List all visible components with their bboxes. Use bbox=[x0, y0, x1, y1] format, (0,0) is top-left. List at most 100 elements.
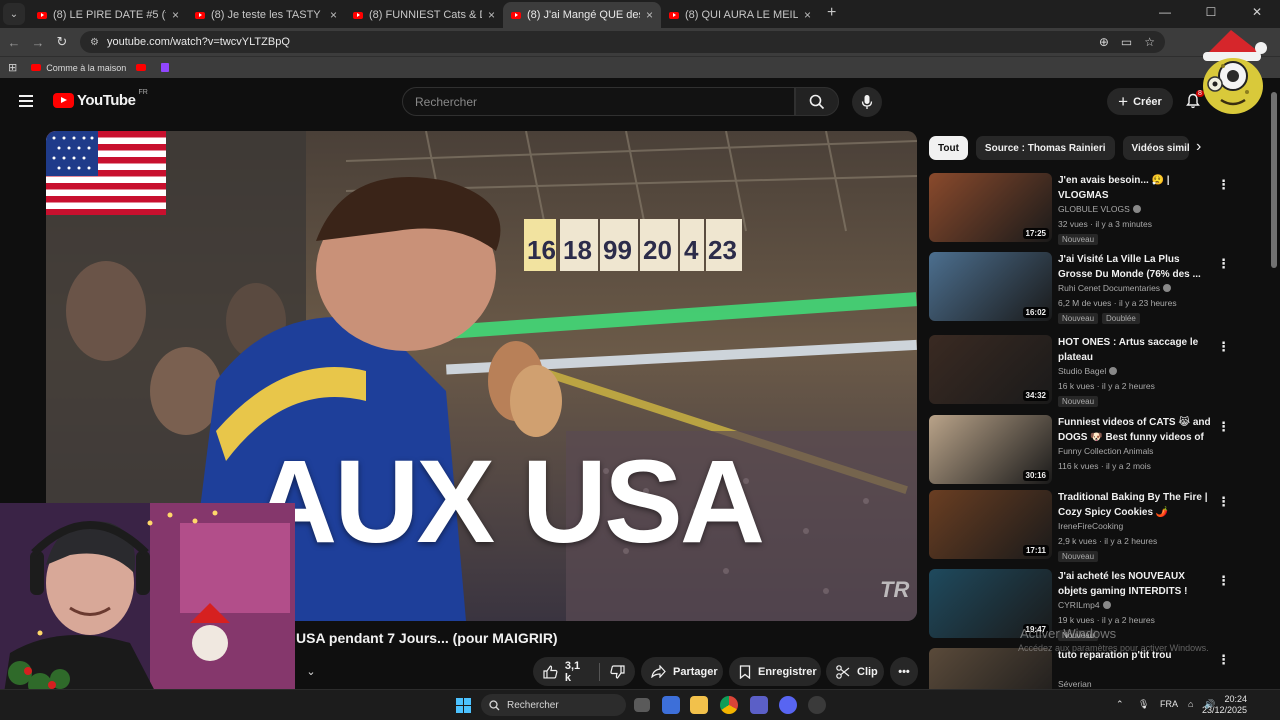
taskbar-clock[interactable]: 20:24 23/12/2025 bbox=[1202, 694, 1247, 716]
video-badge: Nouveau bbox=[1058, 396, 1099, 407]
bookmark-item[interactable] bbox=[161, 63, 170, 72]
recommended-video-card[interactable]: 30:16 Funniest videos of CATS 😹 and DOGS … bbox=[929, 415, 1230, 491]
chip-source[interactable]: Source : Thomas Rainieri bbox=[975, 136, 1115, 160]
like-button[interactable]: 3,1 k bbox=[533, 657, 599, 686]
recommended-video-card[interactable]: 17:11 Traditional Baking By The Fire | Co… bbox=[929, 490, 1230, 566]
site-info-icon[interactable]: ⚙ bbox=[90, 37, 99, 48]
more-vertical-icon[interactable]: ⋮ bbox=[1217, 339, 1230, 355]
more-vertical-icon[interactable]: ⋮ bbox=[1217, 494, 1230, 510]
zoom-icon[interactable]: ⊕ bbox=[1099, 35, 1109, 49]
new-tab-button[interactable]: + bbox=[827, 4, 836, 22]
more-vertical-icon[interactable]: ⋮ bbox=[1217, 419, 1230, 435]
cast-icon[interactable]: ▭ bbox=[1121, 35, 1132, 49]
network-icon[interactable]: ⌂ bbox=[1188, 699, 1193, 709]
recommended-video-card[interactable]: 17:25 J'en avais besoin... 😮‍💨 | VLOGMAS G… bbox=[929, 173, 1230, 249]
channel-name[interactable]: Funny Collection Animals bbox=[1058, 446, 1153, 456]
youtube-favicon-icon bbox=[511, 11, 521, 19]
usa-flag-image bbox=[46, 131, 166, 215]
recommended-video-title[interactable]: Funniest videos of CATS 😹 and DOGS 🐶 Bes… bbox=[1058, 416, 1213, 446]
close-tab-icon[interactable]: × bbox=[330, 8, 337, 22]
task-view-icon[interactable] bbox=[634, 698, 650, 712]
close-tab-icon[interactable]: × bbox=[804, 8, 811, 22]
svg-text:23: 23 bbox=[708, 235, 737, 265]
video-thumbnail[interactable]: 34:32 bbox=[929, 335, 1052, 404]
tab-search-button[interactable]: ⌄ bbox=[3, 3, 25, 25]
channel-name[interactable]: Studio Bagel bbox=[1058, 366, 1118, 376]
browser-tab[interactable]: (8) Je teste les TASTY CROUSTY× bbox=[187, 2, 345, 28]
menu-icon[interactable] bbox=[19, 95, 33, 107]
video-thumbnail[interactable]: 17:11 bbox=[929, 490, 1052, 559]
app-icon[interactable] bbox=[808, 696, 826, 714]
save-button[interactable]: Enregistrer bbox=[729, 657, 821, 686]
channel-name[interactable]: IreneFireCooking bbox=[1058, 521, 1123, 531]
video-thumbnail[interactable]: 17:25 bbox=[929, 173, 1052, 242]
channel-name[interactable]: Séverian bbox=[1058, 679, 1092, 689]
youtube-logo[interactable]: YouTube FR bbox=[53, 89, 148, 109]
browser-tab[interactable]: (8) J'ai Mangé QUE des FAST FO× bbox=[503, 2, 661, 28]
search-input[interactable]: Rechercher bbox=[402, 87, 795, 116]
youtube-icon bbox=[31, 64, 42, 71]
window-controls: — ☐ ✕ bbox=[1142, 0, 1280, 28]
related-filter-chips: Tout Source : Thomas Rainieri Vidéos sim… bbox=[929, 136, 1189, 160]
mic-tray-icon[interactable]: 🎙 bbox=[1138, 699, 1149, 710]
windows-start-icon[interactable] bbox=[456, 698, 471, 713]
file-explorer-icon[interactable] bbox=[690, 696, 708, 714]
reload-icon[interactable]: ↻ bbox=[50, 34, 74, 50]
more-vertical-icon[interactable]: ⋮ bbox=[1217, 652, 1230, 668]
chevron-right-icon[interactable]: › bbox=[1196, 138, 1201, 156]
teams-icon[interactable] bbox=[750, 696, 768, 714]
create-button[interactable]: + Créer bbox=[1107, 88, 1173, 115]
recommended-video-title[interactable]: J'ai acheté les NOUVEAUX objets gaming I… bbox=[1058, 570, 1213, 599]
taskbar-search-input[interactable]: Rechercher bbox=[481, 694, 626, 716]
close-tab-icon[interactable]: × bbox=[646, 8, 653, 22]
browser-tab-strip: ⌄ (8) LE PIRE DATE #5 (ft Bigflo, A×(8) … bbox=[0, 0, 1280, 28]
browser-tab[interactable]: (8) LE PIRE DATE #5 (ft Bigflo, A× bbox=[29, 2, 187, 28]
dislike-button[interactable] bbox=[600, 657, 635, 686]
channel-name[interactable]: CYRILmp4 bbox=[1058, 600, 1111, 610]
bookmark-item[interactable] bbox=[136, 64, 151, 71]
maximize-icon[interactable]: ☐ bbox=[1188, 0, 1234, 28]
recommended-video-title[interactable]: J'ai Visité La Ville La Plus Grosse Du M… bbox=[1058, 253, 1213, 282]
back-icon[interactable]: ← bbox=[2, 35, 26, 50]
store-icon[interactable] bbox=[662, 696, 680, 714]
more-vertical-icon[interactable]: ⋮ bbox=[1217, 573, 1230, 589]
language-indicator[interactable]: FRA bbox=[1160, 699, 1178, 709]
discord-icon[interactable] bbox=[779, 696, 797, 714]
channel-name[interactable]: GLOBULE VLOGS bbox=[1058, 204, 1141, 214]
close-window-icon[interactable]: ✕ bbox=[1234, 0, 1280, 28]
more-vertical-icon[interactable]: ⋮ bbox=[1217, 256, 1230, 272]
channel-name[interactable]: Ruhi Cenet Documentaries bbox=[1058, 283, 1172, 293]
recommended-video-title[interactable]: J'en avais besoin... 😮‍💨 | VLOGMAS bbox=[1058, 174, 1213, 203]
apps-grid-icon[interactable]: ⊞ bbox=[8, 61, 17, 74]
expand-chevron-icon[interactable]: ⌄ bbox=[298, 659, 324, 683]
close-tab-icon[interactable]: × bbox=[488, 8, 495, 22]
browser-tab[interactable]: (8) QUI AURA LE MEILLEUR TAL× bbox=[661, 2, 819, 28]
chip-similar[interactable]: Vidéos similaires bbox=[1122, 136, 1189, 160]
bookmark-item[interactable]: Comme à la maison bbox=[31, 63, 126, 73]
svg-text:4: 4 bbox=[684, 235, 699, 265]
clip-button[interactable]: Clip bbox=[826, 657, 884, 686]
search-button[interactable] bbox=[795, 87, 839, 116]
recommended-video-card[interactable]: 34:32 HOT ONES : Artus saccage le plateau… bbox=[929, 335, 1230, 411]
video-thumbnail[interactable]: 30:16 bbox=[929, 415, 1052, 484]
forward-icon[interactable]: → bbox=[26, 35, 50, 50]
browser-tab[interactable]: (8) FUNNIEST Cats & Dogs Com× bbox=[345, 2, 503, 28]
address-bar[interactable]: ⚙ youtube.com/watch?v=twcvYLTZBpQ ⊕ ▭ ☆ bbox=[80, 31, 1165, 53]
chrome-icon[interactable] bbox=[720, 696, 738, 714]
recommended-video-card[interactable]: 16:02 J'ai Visité La Ville La Plus Grosse… bbox=[929, 252, 1230, 328]
verified-check-icon bbox=[1109, 367, 1118, 375]
close-tab-icon[interactable]: × bbox=[172, 8, 179, 22]
minimize-icon[interactable]: — bbox=[1142, 0, 1188, 28]
bookmark-star-icon[interactable]: ☆ bbox=[1144, 35, 1155, 49]
recommended-video-title[interactable]: HOT ONES : Artus saccage le plateau bbox=[1058, 336, 1213, 365]
video-thumbnail[interactable]: 16:02 bbox=[929, 252, 1052, 321]
avatar[interactable] bbox=[1197, 26, 1267, 118]
voice-search-button[interactable] bbox=[852, 87, 882, 117]
more-actions-button[interactable]: ••• bbox=[890, 657, 918, 686]
share-button[interactable]: Partager bbox=[641, 657, 723, 686]
recommended-video-title[interactable]: Traditional Baking By The Fire | Cozy Sp… bbox=[1058, 491, 1213, 520]
chip-all[interactable]: Tout bbox=[929, 136, 968, 160]
more-vertical-icon[interactable]: ⋮ bbox=[1217, 177, 1230, 193]
page-scrollbar[interactable] bbox=[1271, 92, 1277, 268]
tray-chevron-icon[interactable]: ⌃ bbox=[1116, 699, 1124, 710]
